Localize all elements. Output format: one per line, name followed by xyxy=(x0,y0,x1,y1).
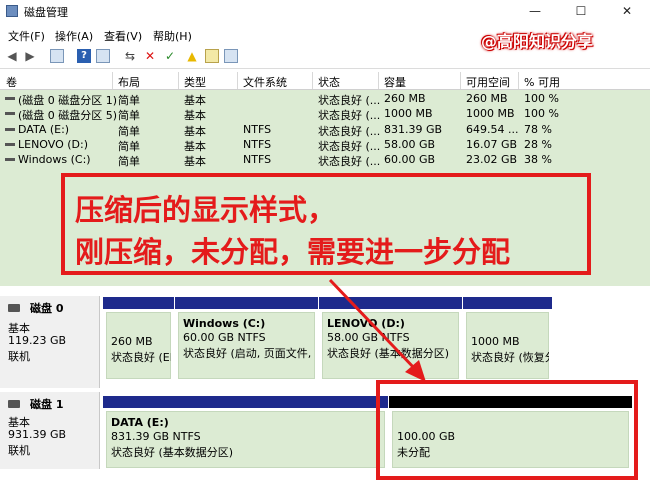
annotation-arrow-icon xyxy=(328,278,426,382)
